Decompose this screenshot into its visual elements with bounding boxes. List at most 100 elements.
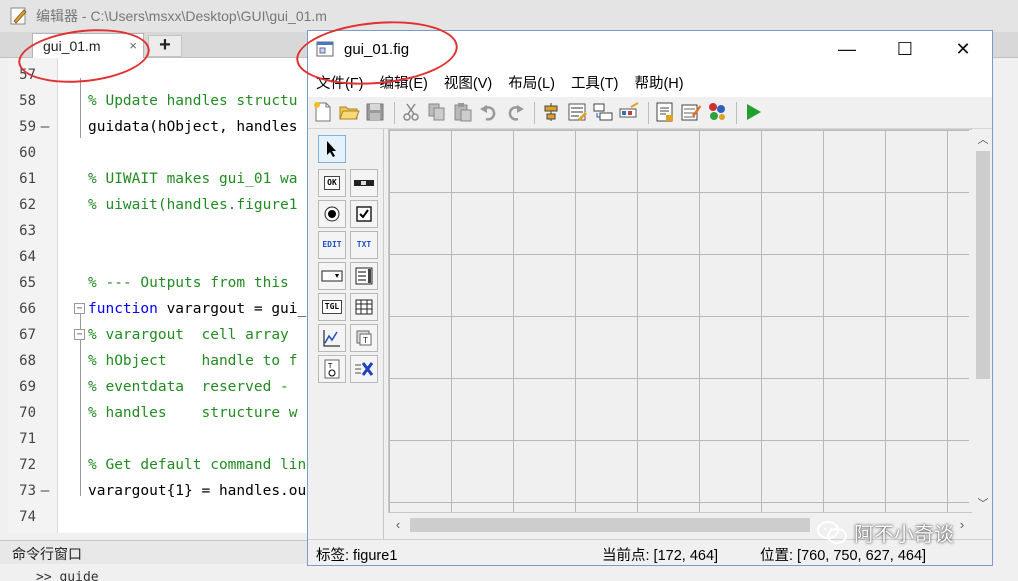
horizontal-scroll-thumb[interactable] <box>410 518 810 532</box>
static-text-label: TXT <box>356 240 372 249</box>
layout-area[interactable] <box>388 129 982 513</box>
radio-button-icon[interactable] <box>318 200 346 228</box>
push-button-icon[interactable]: OK <box>318 169 346 197</box>
static-text-icon[interactable]: TXT <box>350 231 378 259</box>
fold-toggle-icon[interactable]: − <box>74 303 85 314</box>
watermark: 阿不小奇谈 <box>816 518 954 547</box>
code-line[interactable]: 71 <box>8 426 308 452</box>
code-line[interactable]: 58 % Update handles structu <box>8 88 308 114</box>
svg-text:T: T <box>327 362 333 370</box>
code-line[interactable]: 66 − function varargout = gui_ <box>8 296 308 322</box>
code-line[interactable]: 73— varargout{1} = handles.ou <box>8 478 308 504</box>
code-line[interactable]: 60 <box>8 140 308 166</box>
listbox-icon[interactable] <box>350 262 378 290</box>
command-prompt[interactable]: >> guide <box>36 570 99 581</box>
minimize-button[interactable]: — <box>818 31 876 67</box>
menu-tools[interactable]: 工具(T) <box>571 72 619 93</box>
slider-icon[interactable] <box>350 169 378 197</box>
tab-order-icon[interactable] <box>592 101 614 123</box>
line-number: 62 <box>19 197 36 213</box>
code-line[interactable]: 70 % handles structure w <box>8 400 308 426</box>
status-current-point: 当前点: [172, 464] <box>602 548 719 564</box>
copy-icon[interactable] <box>426 101 448 123</box>
cut-icon[interactable] <box>400 101 422 123</box>
vertical-scroll-thumb[interactable] <box>976 151 990 379</box>
breakpoint-marker[interactable]: — <box>38 114 52 140</box>
tab-gui-01-m[interactable]: gui_01.m × <box>32 33 144 58</box>
line-number: 61 <box>19 171 36 187</box>
toolbar-editor-icon[interactable] <box>618 101 640 123</box>
code-editor[interactable]: 57 58% Update handles structu 59— guidata(h… <box>8 58 308 533</box>
menu-edit[interactable]: 编辑(E) <box>380 72 428 93</box>
paste-icon[interactable] <box>452 101 474 123</box>
push-button-label: OK <box>324 176 340 190</box>
code-line[interactable]: 72 % Get default command lin <box>8 452 308 478</box>
code-rest: varargout = gui_ <box>157 301 307 317</box>
code-line[interactable]: 69 % eventdata reserved - <box>8 374 308 400</box>
axes-icon[interactable] <box>318 324 346 352</box>
line-number: 73 <box>19 483 36 499</box>
edit-text-icon[interactable]: EDIT <box>318 231 346 259</box>
table-icon[interactable] <box>350 293 378 321</box>
code-text: % varargout cell array <box>88 327 289 343</box>
toolbar-separator <box>534 102 535 124</box>
maximize-button[interactable]: ☐ <box>876 31 934 67</box>
checkbox-icon[interactable] <box>350 200 378 228</box>
add-tab-button[interactable]: + <box>148 35 182 57</box>
code-line[interactable]: 62 % uiwait(handles.figure1 <box>8 192 308 218</box>
code-line[interactable]: 59— guidata(hObject, handles <box>8 114 308 140</box>
editor-title-bar: 编辑器 - C:\Users\msxx\Desktop\GUI\gui_01.m <box>0 0 1018 32</box>
panel-icon[interactable]: T <box>350 324 378 352</box>
code-line[interactable]: 61 % UIWAIT makes gui_01 wa <box>8 166 308 192</box>
code-line[interactable]: 57 <box>8 62 308 88</box>
redo-icon[interactable] <box>504 101 526 123</box>
close-icon[interactable]: × <box>129 38 137 53</box>
scroll-down-icon[interactable]: ﹀ <box>976 495 990 511</box>
code-text: % --- Outputs from this <box>88 275 289 291</box>
vertical-scrollbar[interactable]: ︿ ﹀ <box>972 129 992 513</box>
code-text: varargout{1} = handles.ou <box>88 483 307 499</box>
menu-editor-icon[interactable] <box>566 101 588 123</box>
code-line[interactable]: 65 % --- Outputs from this <box>8 270 308 296</box>
toggle-button-label: TGL <box>321 300 343 314</box>
undo-icon[interactable] <box>478 101 500 123</box>
code-line[interactable]: 74 <box>8 504 308 530</box>
menu-file[interactable]: 文件(F) <box>316 72 364 93</box>
command-window-label: 命令行窗口 <box>12 546 82 562</box>
code-line[interactable]: 68 % hObject handle to f <box>8 348 308 374</box>
breakpoint-marker[interactable]: — <box>38 478 52 504</box>
menu-view[interactable]: 视图(V) <box>444 72 492 93</box>
m-file-editor-icon[interactable] <box>654 101 676 123</box>
close-button[interactable]: ✕ <box>934 31 992 67</box>
guide-title: gui_01.fig <box>344 40 410 58</box>
button-group-icon[interactable]: T <box>318 355 346 383</box>
toolbar-separator <box>394 102 395 124</box>
scroll-up-icon[interactable]: ︿ <box>976 131 990 147</box>
code-line[interactable]: 63 <box>8 218 308 244</box>
new-file-icon[interactable] <box>312 101 334 123</box>
scroll-left-icon[interactable]: ‹ <box>390 517 406 533</box>
property-inspector-icon[interactable] <box>680 101 702 123</box>
menu-layout[interactable]: 布局(L) <box>508 72 555 93</box>
line-number: 69 <box>19 379 36 395</box>
code-text: % uiwait(handles.figure1 <box>88 197 298 213</box>
menu-bar: 文件(F) 编辑(E) 视图(V) 布局(L) 工具(T) 帮助(H) <box>308 67 992 97</box>
scroll-right-icon[interactable]: › <box>954 517 970 533</box>
code-line[interactable]: 64 <box>8 244 308 270</box>
object-browser-icon[interactable] <box>706 101 728 123</box>
menu-help[interactable]: 帮助(H) <box>634 72 683 93</box>
select-tool-icon[interactable] <box>318 135 346 163</box>
code-text: % UIWAIT makes gui_01 wa <box>88 171 298 187</box>
activex-icon[interactable] <box>350 355 378 383</box>
open-folder-icon[interactable] <box>338 101 360 123</box>
fold-toggle-icon[interactable]: − <box>74 329 85 340</box>
run-figure-icon[interactable] <box>742 101 764 123</box>
toggle-button-icon[interactable]: TGL <box>318 293 346 321</box>
code-text: % Update handles structu <box>88 93 298 109</box>
line-number: 72 <box>19 457 36 473</box>
align-objects-icon[interactable] <box>540 101 562 123</box>
popup-menu-icon[interactable] <box>318 262 346 290</box>
save-icon[interactable] <box>364 101 386 123</box>
layout-grid[interactable] <box>389 130 969 512</box>
code-line[interactable]: 67 −% varargout cell array <box>8 322 308 348</box>
